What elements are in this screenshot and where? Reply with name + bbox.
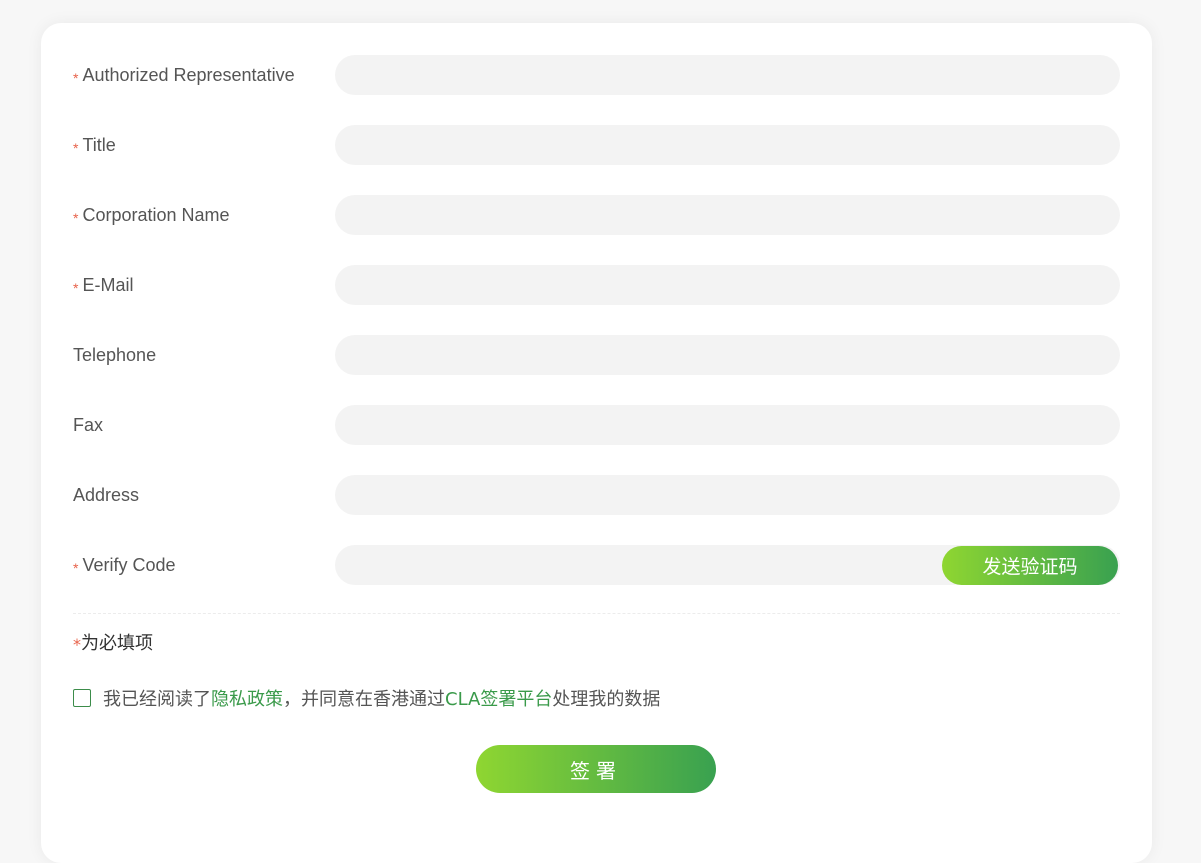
field-label: Fax [73,405,103,445]
field-label: Address [73,475,139,515]
sign-button[interactable]: 签署 [476,745,716,793]
privacy-agreement: 我已经阅读了 隐私政策 ，并同意在香港通过 CLA签署平台 处理我的数据 [73,685,660,711]
agreement-suffix: 处理我的数据 [552,689,661,710]
field-label-text: Fax [73,415,104,435]
field-row-email: * E-Mail [41,265,1152,305]
field-label: * E-Mail [73,265,133,305]
field-label-text: Title [82,135,116,155]
required-star: * [73,140,79,156]
cla-sign-form-card: * Authorized Representative * Title * Corpo… [41,23,1152,863]
field-label-text: Authorized Representative [82,65,295,85]
field-row-telephone: Telephone [41,335,1152,375]
field-row-corporation-name: * Corporation Name [41,195,1152,235]
title-input[interactable] [335,125,1120,165]
corporation-name-input[interactable] [335,195,1120,235]
privacy-policy-link[interactable]: 隐私政策 [211,685,283,711]
agreement-middle: ，并同意在香港通过 [283,689,445,710]
field-label: * Authorized Representative [73,55,295,95]
field-label: * Verify Code [73,545,176,585]
divider [73,613,1120,614]
agreement-prefix: 我已经阅读了 [103,689,211,710]
field-label-text: Corporation Name [82,205,230,225]
fax-input[interactable] [335,405,1120,445]
send-verify-code-button[interactable]: 发送验证码 [942,546,1118,585]
required-star: * [73,635,81,654]
field-label: * Title [73,125,116,165]
field-row-fax: Fax [41,405,1152,445]
cla-platform-link[interactable]: CLA签署平台 [445,685,552,711]
required-star: * [73,560,79,576]
email-input[interactable] [335,265,1120,305]
field-label-text: E-Mail [82,275,134,295]
field-label: Telephone [73,335,156,375]
field-row-verify-code: * Verify Code 发送验证码 [41,545,1152,585]
address-input[interactable] [335,475,1120,515]
required-star: * [73,210,79,226]
field-label-text: Verify Code [82,555,176,575]
field-label: * Corporation Name [73,195,230,235]
field-row-address: Address [41,475,1152,515]
field-label-text: Address [73,485,140,505]
agreement-checkbox[interactable] [73,689,91,707]
required-fields-note: *为必填项 [73,629,153,655]
required-star: * [73,280,79,296]
telephone-input[interactable] [335,335,1120,375]
required-star: * [73,70,79,86]
required-note-text: 为必填项 [81,633,153,654]
field-row-authorized-representative: * Authorized Representative [41,55,1152,95]
authorized-representative-input[interactable] [335,55,1120,95]
field-label-text: Telephone [73,345,157,365]
field-row-title: * Title [41,125,1152,165]
